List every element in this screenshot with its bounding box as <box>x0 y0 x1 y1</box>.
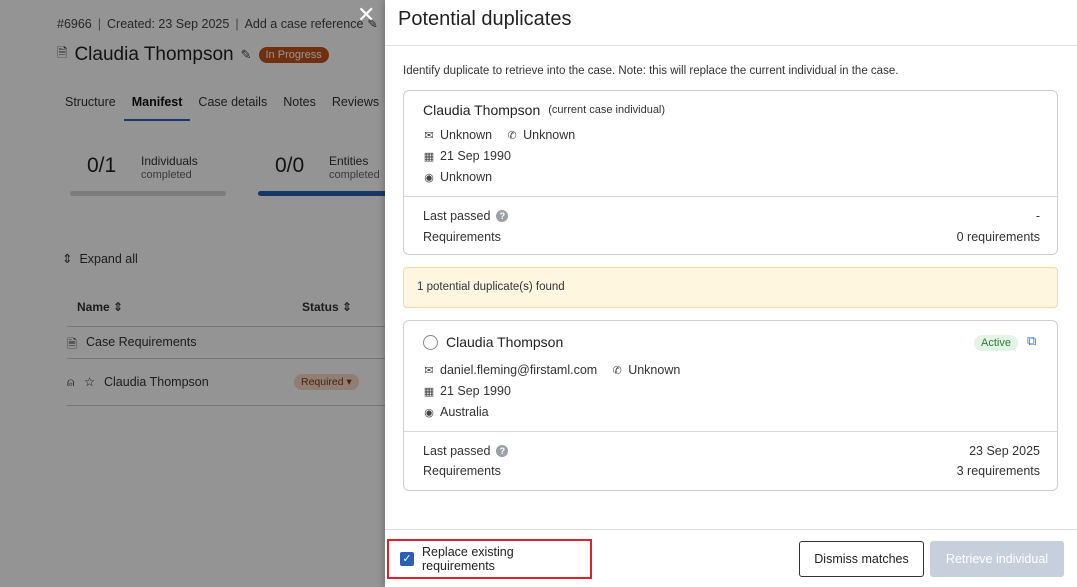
current-name: Claudia Thompson <box>423 102 541 118</box>
current-requirements-value: 0 requirements <box>956 230 1040 244</box>
footer-divider <box>385 529 1077 530</box>
match-radio[interactable] <box>423 334 438 350</box>
email-icon: ✉ <box>424 129 434 142</box>
current-tag: (current case individual) <box>548 104 666 116</box>
location-icon: ◉ <box>424 171 434 184</box>
duplicates-found-notice: 1 potential duplicate(s) found <box>403 267 1058 308</box>
potential-duplicates-modal: Potential duplicates Identify duplicate … <box>385 0 1077 587</box>
current-last-passed-value: - <box>1035 209 1040 223</box>
modal-title: Potential duplicates <box>398 8 572 30</box>
card-divider <box>404 431 1057 432</box>
match-name-row: Claudia Thompson <box>423 334 563 350</box>
match-dob: 21 Sep 1990 <box>440 384 511 398</box>
current-email: Unknown <box>440 128 493 142</box>
external-link-icon[interactable]: ⧉ <box>1027 333 1036 349</box>
match-phone: Unknown <box>628 363 681 377</box>
match-last-passed: Last passed? <box>423 444 509 458</box>
current-individual-card: Claudia Thompson (current case individua… <box>403 90 1058 255</box>
current-name-row: Claudia Thompson (current case individua… <box>423 102 665 118</box>
location-icon: ◉ <box>424 406 434 419</box>
dismiss-matches-button[interactable]: Dismiss matches <box>799 541 924 577</box>
replace-requirements-checkbox[interactable]: ✓ <box>400 552 414 566</box>
match-requirements-value: 3 requirements <box>956 464 1040 478</box>
current-location-row: ◉ Unknown <box>423 170 492 184</box>
phone-icon: ✆ <box>612 364 622 377</box>
replace-requirements-label: Replace existing requirements <box>421 545 514 573</box>
match-name: Claudia Thompson <box>446 334 564 350</box>
current-contact-row: ✉ Unknown ✆ Unknown <box>423 128 575 142</box>
card-divider <box>404 196 1057 197</box>
match-requirements-label: Requirements <box>423 464 501 478</box>
help-icon[interactable]: ? <box>496 445 509 457</box>
match-last-passed-value: 23 Sep 2025 <box>969 444 1040 458</box>
current-last-passed: Last passed? <box>423 209 509 223</box>
retrieve-individual-button[interactable]: Retrieve individual <box>930 541 1064 577</box>
active-status-badge: Active <box>974 335 1018 351</box>
current-requirements-label: Requirements <box>423 230 501 244</box>
match-location: Australia <box>440 405 489 419</box>
title-divider <box>385 45 1077 46</box>
match-location-row: ◉ Australia <box>423 405 489 419</box>
match-dob-row: ▦ 21 Sep 1990 <box>423 384 511 398</box>
current-location: Unknown <box>440 170 493 184</box>
calendar-icon: ▦ <box>423 385 435 398</box>
close-icon[interactable]: ✕ <box>357 2 375 28</box>
match-contact-row: ✉ daniel.fleming@firstaml.com ✆ Unknown <box>423 363 680 377</box>
replace-requirements-option[interactable]: ✓ Replace existing requirements <box>387 539 592 579</box>
match-email: daniel.fleming@firstaml.com <box>440 363 598 377</box>
current-dob-row: ▦ 21 Sep 1990 <box>423 149 511 163</box>
email-icon: ✉ <box>424 364 434 377</box>
help-icon[interactable]: ? <box>496 210 509 222</box>
current-dob: 21 Sep 1990 <box>440 149 511 163</box>
phone-icon: ✆ <box>507 129 517 142</box>
modal-intro: Identify duplicate to retrieve into the … <box>403 65 899 77</box>
calendar-icon: ▦ <box>423 150 435 163</box>
duplicate-match-card[interactable]: Claudia Thompson Active ⧉ ✉ daniel.flemin… <box>403 320 1058 491</box>
current-phone: Unknown <box>523 128 576 142</box>
